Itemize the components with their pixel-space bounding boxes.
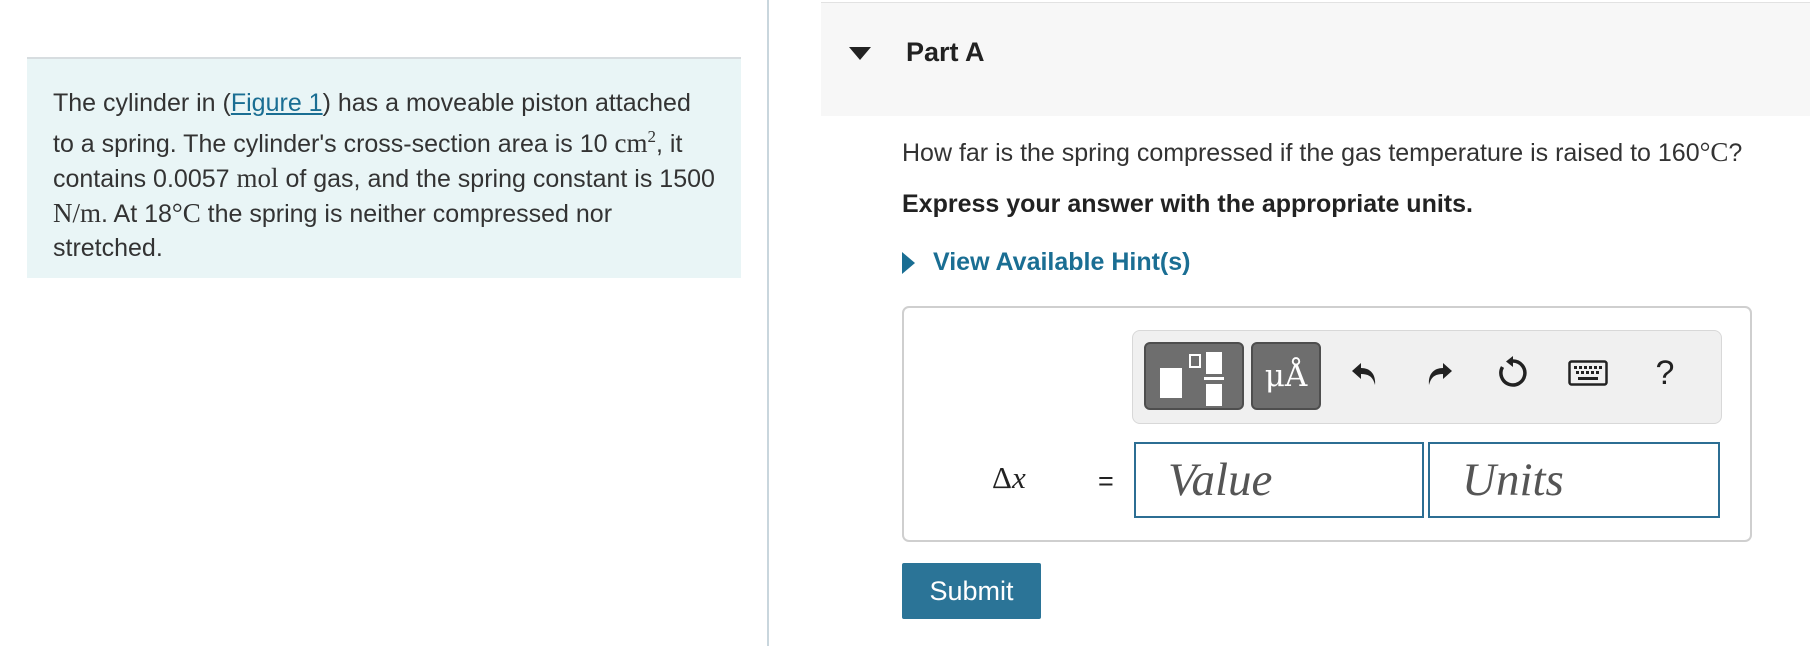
caret-down-icon[interactable] [849, 47, 871, 60]
variable-label: Δx [992, 460, 1026, 495]
spring-unit: N/m [53, 198, 102, 228]
submit-button[interactable]: Submit [902, 563, 1041, 619]
area-unit: cm2 [614, 127, 657, 158]
instruction-text: Express your answer with the appropriate… [902, 190, 1473, 218]
view-hints-toggle[interactable]: View Available Hint(s) [902, 248, 1190, 277]
problem-text-4: of gas, and the spring constant is 1500 [278, 165, 715, 193]
part-header[interactable]: Part A [821, 2, 1810, 116]
column-divider [767, 0, 769, 646]
symbols-button[interactable]: μÅ [1251, 342, 1321, 410]
temp-unit: °C [171, 198, 201, 228]
reset-icon[interactable] [1491, 351, 1535, 395]
caret-right-icon [902, 251, 915, 274]
templates-button[interactable] [1144, 342, 1244, 410]
math-toolbar: μÅ ? [1132, 330, 1722, 424]
help-icon[interactable]: ? [1643, 351, 1687, 395]
keyboard-icon[interactable] [1563, 351, 1613, 395]
symbols-icon: μÅ [1264, 358, 1308, 394]
question-text: How far is the spring compressed if the … [902, 137, 1743, 167]
figure-link[interactable]: Figure 1 [231, 89, 323, 117]
units-input[interactable] [1428, 442, 1720, 518]
question-unit: °C [1699, 137, 1729, 167]
answer-box: μÅ ? Δx = [902, 306, 1752, 542]
equals-sign: = [1098, 466, 1114, 496]
part-title: Part A [906, 37, 985, 67]
area-exponent: 2 [647, 127, 657, 146]
problem-panel: The cylinder in (Figure 1) has a moveabl… [27, 57, 741, 278]
problem-text-5: . At 18 [101, 200, 172, 228]
hint-label: View Available Hint(s) [933, 248, 1191, 276]
mol-unit: mol [236, 163, 279, 193]
undo-icon[interactable] [1343, 351, 1387, 395]
problem-text-1: The cylinder in ( [53, 89, 231, 117]
value-input[interactable] [1134, 442, 1424, 518]
redo-icon[interactable] [1417, 351, 1461, 395]
